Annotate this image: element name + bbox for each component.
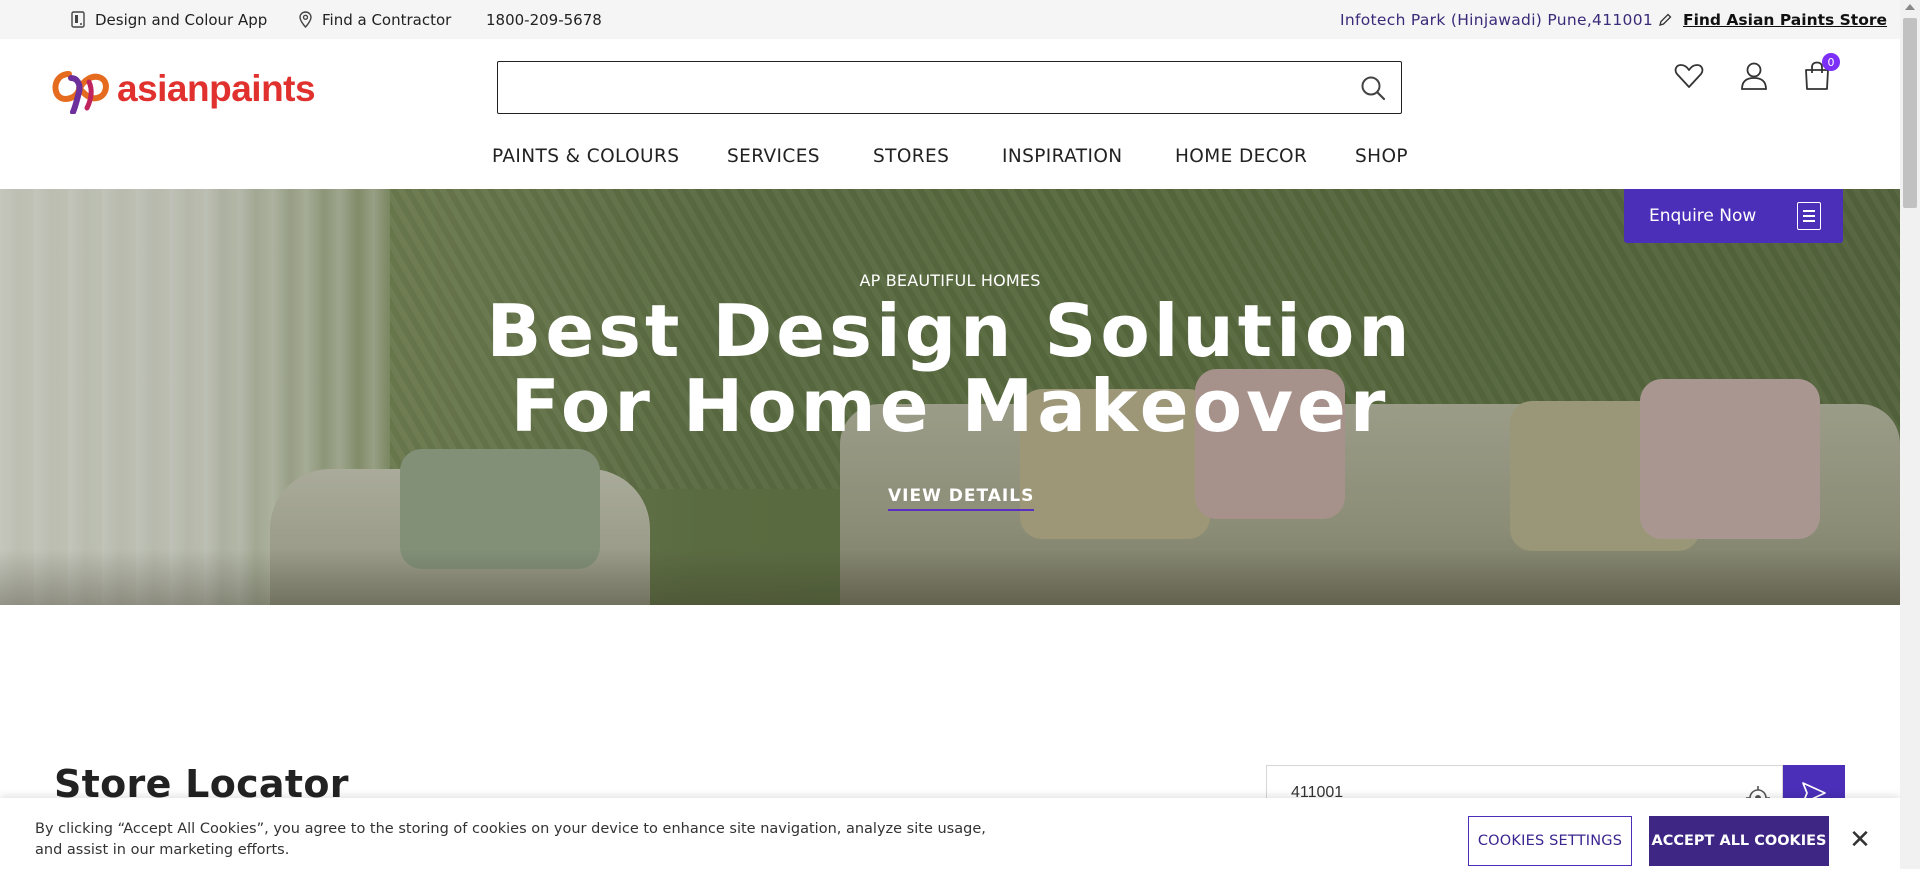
scroll-up-arrow-icon[interactable] [1905,4,1915,10]
cookie-banner: By clicking “Accept All Cookies”, you ag… [0,798,1900,869]
asianpaints-logo[interactable]: asianpaints [49,61,319,117]
find-contractor-link[interactable]: Find a Contractor [297,0,451,39]
heart-icon [1674,64,1704,88]
search-box [497,61,1402,114]
wishlist-button[interactable] [1672,59,1706,93]
accept-all-cookies-button[interactable]: ACCEPT ALL COOKIES [1649,816,1829,866]
search-icon [1361,76,1386,101]
hero-banner[interactable]: AP BEAUTIFUL HOMES Best Design Solution … [0,189,1900,605]
view-details-link[interactable]: VIEW DETAILS [888,486,1035,511]
nav-shop[interactable]: SHOP [1355,135,1408,177]
utility-bar: Design and Colour App Find a Contractor … [0,0,1900,39]
nav-services[interactable]: SERVICES [727,135,820,177]
cart-button[interactable]: 0 [1800,53,1840,93]
find-store-link[interactable]: Find Asian Paints Store [1683,0,1887,39]
location-selector[interactable]: Infotech Park (Hinjawadi) Pune,411001 [1340,0,1672,39]
scrollbar-thumb[interactable] [1903,18,1917,208]
location-pin-icon [297,11,313,29]
main-navigation: PAINTS & COLOURS SERVICES STORES INSPIRA… [0,135,1900,177]
nav-paints-colours[interactable]: PAINTS & COLOURS [492,135,679,177]
close-icon[interactable]: ✕ [1846,825,1874,855]
design-colour-app-link[interactable]: Design and Colour App [70,0,267,39]
enquire-now-label: Enquire Now [1649,206,1757,226]
page: Design and Colour App Find a Contractor … [0,0,1920,869]
cookie-message: By clicking “Accept All Cookies”, you ag… [35,821,986,858]
cart-count-badge: 0 [1822,53,1840,71]
hero-kicker: AP BEAUTIFUL HOMES [859,271,1041,290]
account-button[interactable] [1737,59,1771,93]
search-input[interactable] [498,62,1348,112]
hero-title-line1: Best Design Solution [486,289,1414,373]
nav-home-decor[interactable]: HOME DECOR [1175,135,1307,177]
form-icon [1797,202,1821,230]
mobile-app-icon [70,11,86,29]
phone-number: 1800-209-5678 [486,10,602,29]
edit-pencil-icon[interactable] [1658,13,1672,27]
enquire-now-button[interactable]: Enquire Now [1624,189,1843,243]
logo-text: asianpaints [117,68,316,109]
logo-mark-icon [52,71,109,114]
location-text: Infotech Park (Hinjawadi) Pune,411001 [1340,10,1654,29]
nav-inspiration[interactable]: INSPIRATION [1002,135,1123,177]
site-header: asianpaints 0 PAINTS & COLOURS SERVICES … [0,39,1900,189]
hero-title: Best Design Solution For Home Makeover [0,294,1900,444]
find-contractor-label: Find a Contractor [322,10,452,29]
page-scrollbar[interactable] [1900,0,1920,869]
user-icon [1741,62,1767,90]
cookies-settings-button[interactable]: COOKIES SETTINGS [1468,816,1632,866]
phone-number-link[interactable]: 1800-209-5678 [486,0,602,39]
design-colour-app-label: Design and Colour App [95,10,268,29]
nav-stores[interactable]: STORES [873,135,949,177]
hero-title-line2: For Home Makeover [510,364,1390,448]
search-button[interactable] [1359,74,1387,102]
